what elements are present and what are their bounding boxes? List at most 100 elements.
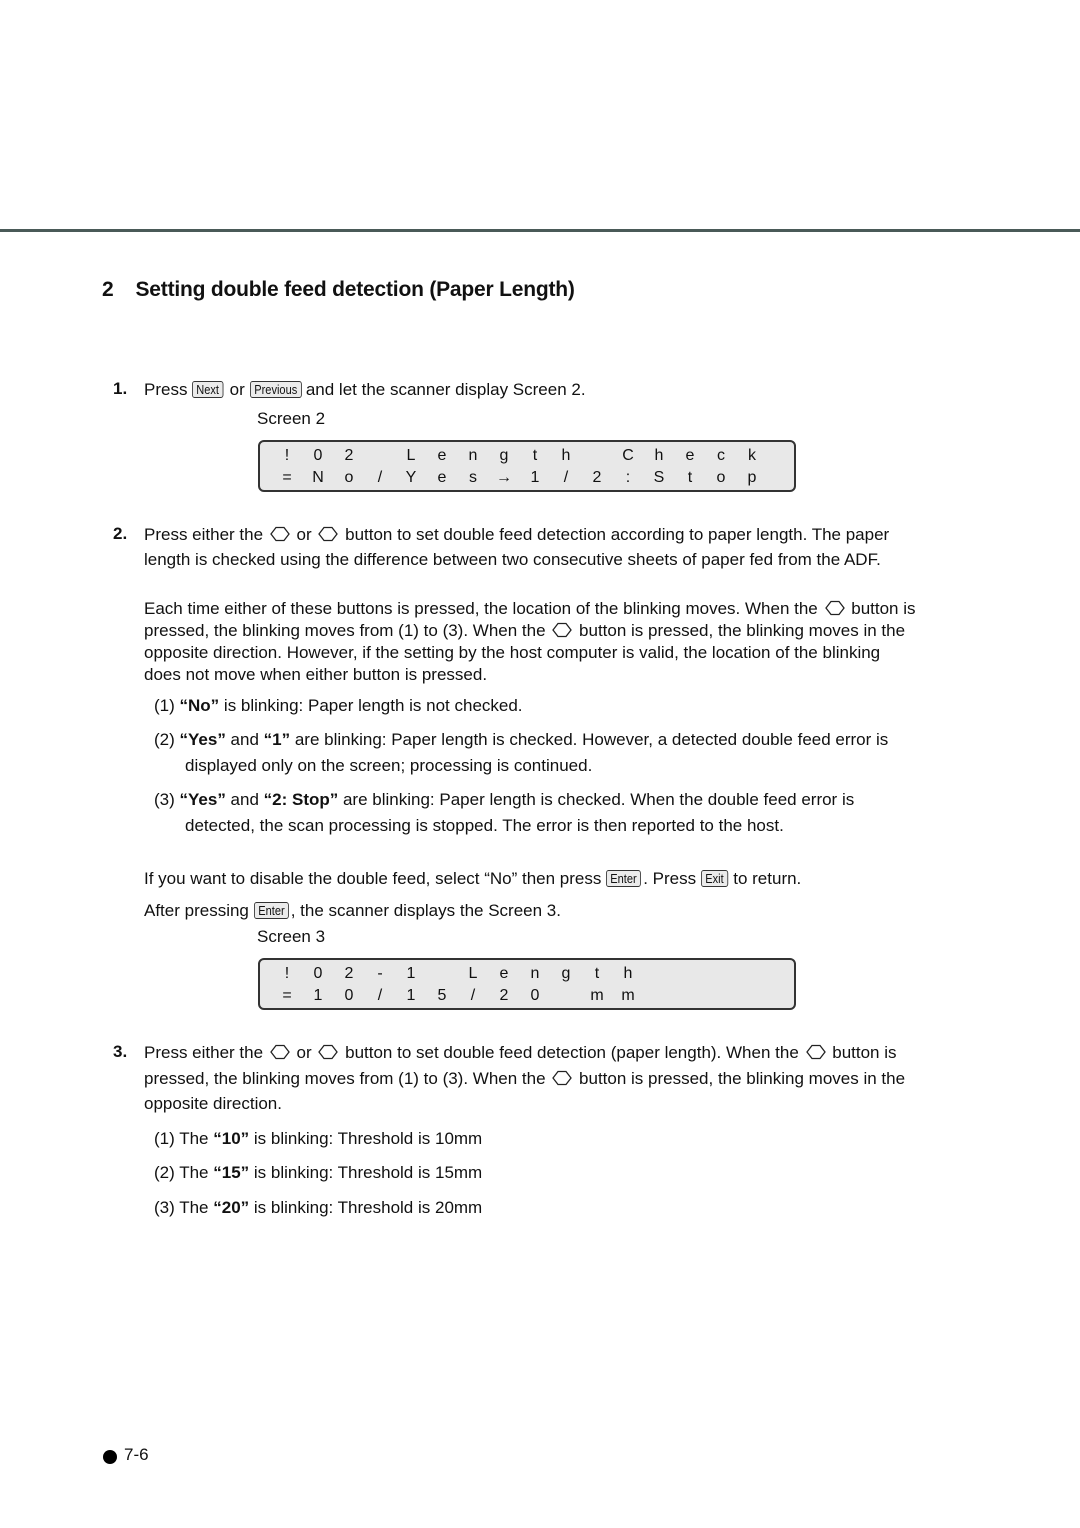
up-button-icon xyxy=(270,1044,290,1060)
lcd-char: n xyxy=(530,965,540,982)
text: button to set double feed detection (pap… xyxy=(345,1043,799,1062)
previous-key: Previous xyxy=(249,381,302,398)
lcd-char: m xyxy=(590,987,604,1004)
step-number: 2. xyxy=(113,524,128,543)
step2-para-line-4: does not move when either button is pres… xyxy=(144,665,488,684)
lcd-char: C xyxy=(622,447,634,464)
text: button is xyxy=(851,599,916,618)
step3-line-3: opposite direction. xyxy=(144,1094,282,1113)
lcd-char: L xyxy=(468,965,478,982)
lcd-row-2: = 1 0 / 1 5 / 2 0 m m xyxy=(260,986,794,1006)
lcd-char: 2 xyxy=(499,987,509,1004)
text: is blinking: Paper length is not checked… xyxy=(219,696,523,715)
option-number: (3) xyxy=(154,790,175,809)
text: Press either the xyxy=(144,525,264,544)
option-number: (2) xyxy=(154,730,175,749)
option-number: (2) xyxy=(154,1163,175,1182)
text: or xyxy=(296,1043,312,1062)
lcd-char: t xyxy=(594,965,600,982)
threshold-option: (3) The “20” is blinking: Threshold is 2… xyxy=(154,1197,482,1219)
text: is blinking: Threshold is 10mm xyxy=(249,1129,483,1148)
step-number: 3. xyxy=(113,1042,128,1061)
step3-line-2: pressed, the blinking moves from (1) to … xyxy=(144,1068,905,1090)
lcd-char: h xyxy=(654,447,664,464)
lcd-char: h xyxy=(561,447,571,464)
bullet-icon xyxy=(103,1450,117,1464)
option-number: (1) xyxy=(154,696,175,715)
option-item: (1) “No” is blinking: Paper length is no… xyxy=(154,695,523,717)
next-key: Next xyxy=(192,381,224,398)
lcd-char: 0 xyxy=(313,447,323,464)
text: and let the scanner display Screen 2. xyxy=(305,380,586,399)
lcd-char: 2 xyxy=(344,447,354,464)
option-value: “No” xyxy=(179,696,220,715)
lcd-char: → xyxy=(496,469,512,486)
up-button-icon xyxy=(806,1044,826,1060)
step2-para-line-3: opposite direction. However, if the sett… xyxy=(144,643,881,662)
screen3-label: Screen 3 xyxy=(257,927,326,946)
lcd-char: o xyxy=(344,469,354,486)
text: is blinking: Threshold is 20mm xyxy=(249,1198,483,1217)
option-number: (1) xyxy=(154,1129,175,1148)
threshold-option: (1) The “10” is blinking: Threshold is 1… xyxy=(154,1128,482,1150)
lcd-char: m xyxy=(621,987,635,1004)
down-button-icon xyxy=(318,1044,338,1060)
step2-para-line-2: pressed, the blinking moves from (1) to … xyxy=(144,620,905,642)
option-value: “Yes” xyxy=(179,730,226,749)
text: or xyxy=(296,525,312,544)
lcd-char: t xyxy=(532,447,538,464)
text: or xyxy=(229,380,245,399)
lcd-char: p xyxy=(747,469,757,486)
lcd-screen-3: ! 0 2 - 1 Le n g t h = 1 0 / 1 5 / 2 0 m m xyxy=(258,958,796,1010)
text: Press xyxy=(144,380,188,399)
text: and xyxy=(225,730,264,749)
text: button is pressed, the blinking moves in… xyxy=(579,621,906,640)
down-button-icon xyxy=(318,526,338,542)
text: After pressing xyxy=(144,901,249,920)
option-value: “2: Stop” xyxy=(263,790,339,809)
disable-instruction: If you want to disable the double feed, … xyxy=(144,868,801,890)
lcd-char: e xyxy=(685,447,695,464)
lcd-char: s xyxy=(469,469,477,486)
up-button-icon xyxy=(270,526,290,542)
step1-text: Press Next or Previous and let the scann… xyxy=(144,379,586,401)
lcd-char: e xyxy=(437,447,447,464)
text: is blinking: Threshold is 15mm xyxy=(249,1163,483,1182)
text: button is xyxy=(832,1043,897,1062)
lcd-char: k xyxy=(748,447,756,464)
text: , the scanner displays the Screen 3. xyxy=(290,901,561,920)
text: to return. xyxy=(733,869,802,888)
lcd-row-2: = No / Ye s → 1 / 2: St o p xyxy=(260,468,794,488)
enter-key: Enter xyxy=(253,902,289,919)
lcd-char: L xyxy=(406,447,416,464)
option-continuation: detected, the scan processing is stopped… xyxy=(185,816,784,835)
lcd-char: / xyxy=(377,469,383,486)
step2-line-2: length is checked using the difference b… xyxy=(144,550,881,569)
text: The xyxy=(179,1129,214,1148)
text: are blinking: Paper length is checked. W… xyxy=(338,790,855,809)
lcd-char: 0 xyxy=(313,965,323,982)
text: Press either the xyxy=(144,1043,264,1062)
page-number: 7-6 xyxy=(124,1445,149,1464)
lcd-char: = xyxy=(282,469,292,486)
lcd-char: / xyxy=(377,987,383,1004)
option-item: (2) “Yes” and “1” are blinking: Paper le… xyxy=(154,729,888,751)
option-continuation: displayed only on the screen; processing… xyxy=(185,756,593,775)
up-button-icon xyxy=(825,600,845,616)
lcd-char: = xyxy=(282,987,292,1004)
lcd-char: o xyxy=(716,469,726,486)
option-value: “20” xyxy=(213,1198,250,1217)
option-value: “10” xyxy=(213,1129,250,1148)
text: pressed, the blinking moves from (1) to … xyxy=(144,621,546,640)
down-button-icon xyxy=(552,622,572,638)
after-enter-instruction: After pressing Enter, the scanner displa… xyxy=(144,900,561,922)
option-item: (3) “Yes” and “2: Stop” are blinking: Pa… xyxy=(154,789,854,811)
option-value: “1” xyxy=(263,730,291,749)
lcd-char: e xyxy=(499,965,509,982)
lcd-row-1: ! 0 2 - 1 Le n g t h xyxy=(260,964,794,984)
text: button is pressed, the blinking moves in… xyxy=(579,1069,906,1088)
threshold-option: (2) The “15” is blinking: Threshold is 1… xyxy=(154,1162,482,1184)
text: If you want to disable the double feed, … xyxy=(144,869,602,888)
section-number: 2 xyxy=(102,278,114,301)
lcd-char: 2 xyxy=(344,965,354,982)
